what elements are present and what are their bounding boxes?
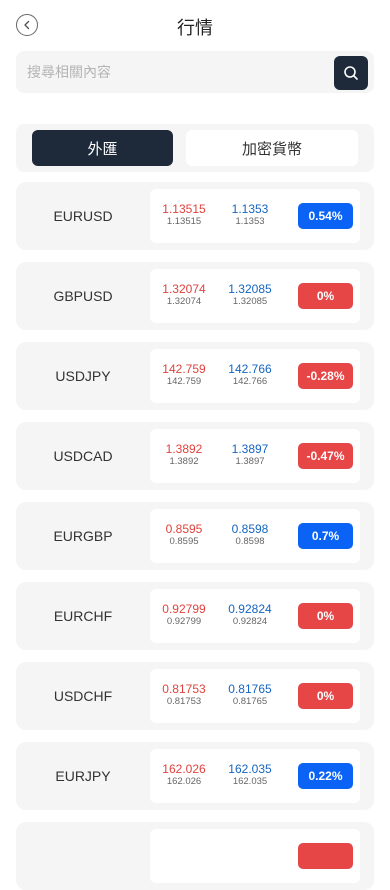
search-bar — [16, 51, 374, 93]
symbol-label: USDJPY — [55, 368, 111, 384]
bid-price-main: 0.81753 — [162, 682, 206, 696]
quote-card: 1.32074 1.32074 1.32085 1.32085 0% — [150, 269, 360, 323]
change-badge[interactable]: 0% — [298, 603, 353, 629]
search-input[interactable] — [27, 51, 327, 93]
header: 行情 — [0, 0, 390, 50]
ask-price-sub: 1.1353 — [235, 216, 265, 227]
change-badge[interactable]: 0.54% — [298, 203, 353, 229]
bid-price-main: 1.13515 — [162, 202, 206, 216]
bid-price: 142.759 142.759 — [148, 362, 220, 387]
bid-price-sub: 0.81753 — [166, 696, 202, 707]
bid-price-sub: 1.13515 — [166, 216, 202, 227]
ask-price: 1.32085 1.32085 — [214, 282, 286, 307]
ask-price-sub: 1.32085 — [232, 296, 268, 307]
bid-price-sub: 0.8595 — [169, 536, 199, 547]
quote-row[interactable] — [16, 822, 374, 890]
quote-card: 1.3892 1.3892 1.3897 1.3897 -0.47% — [150, 429, 360, 483]
quote-card: 1.13515 1.13515 1.1353 1.1353 0.54% — [150, 189, 360, 243]
ask-price-sub: 0.92824 — [232, 616, 268, 627]
ask-price: 1.3897 1.3897 — [214, 442, 286, 467]
bid-price: 0.92799 0.92799 — [148, 602, 220, 627]
quote-row[interactable]: USDCAD 1.3892 1.3892 1.3897 1.3897 -0.47% — [16, 422, 374, 490]
ask-price-main: 162.035 — [228, 762, 272, 776]
ask-price-main: 0.81765 — [228, 682, 272, 696]
search-icon — [344, 66, 358, 80]
bid-price-main: 1.3892 — [165, 442, 203, 456]
bid-price-main: 0.92799 — [162, 602, 206, 616]
ask-price: 1.1353 1.1353 — [214, 202, 286, 227]
ask-price-sub: 0.8598 — [235, 536, 265, 547]
ask-price-main: 0.8598 — [231, 522, 269, 536]
quote-card: 162.026 162.026 162.035 162.035 0.22% — [150, 749, 360, 803]
quote-row[interactable]: EURJPY 162.026 162.026 162.035 162.035 0.22% — [16, 742, 374, 810]
page-title: 行情 — [177, 18, 213, 38]
quote-row[interactable]: EURCHF 0.92799 0.92799 0.92824 0.92824 0% — [16, 582, 374, 650]
tab-crypto[interactable]: 加密貨幣 — [186, 130, 358, 166]
ask-price-sub: 0.81765 — [232, 696, 268, 707]
ask-price-sub: 162.035 — [232, 776, 268, 787]
bid-price: 1.13515 1.13515 — [148, 202, 220, 227]
change-badge[interactable]: 0.22% — [298, 763, 353, 789]
change-badge[interactable] — [298, 843, 353, 869]
quote-card: 0.8595 0.8595 0.8598 0.8598 0.7% — [150, 509, 360, 563]
ask-price: 162.035 162.035 — [214, 762, 286, 787]
bid-price-sub: 1.3892 — [169, 456, 199, 467]
symbol-label: USDCHF — [53, 688, 113, 704]
quote-row[interactable]: GBPUSD 1.32074 1.32074 1.32085 1.32085 0% — [16, 262, 374, 330]
change-badge[interactable]: 0.7% — [298, 523, 353, 549]
bid-price: 1.32074 1.32074 — [148, 282, 220, 307]
quote-row[interactable]: USDJPY 142.759 142.759 142.766 142.766 -0.28% — [16, 342, 374, 410]
search-button[interactable] — [334, 56, 368, 90]
quote-card: 0.81753 0.81753 0.81765 0.81765 0% — [150, 669, 360, 723]
ask-price-main: 1.3897 — [231, 442, 269, 456]
symbol-label: EURUSD — [53, 208, 113, 224]
bid-price-main: 162.026 — [162, 762, 206, 776]
symbol-label: EURGBP — [53, 528, 113, 544]
bid-price-sub: 162.026 — [166, 776, 202, 787]
ask-price: 0.92824 0.92824 — [214, 602, 286, 627]
ask-price-main: 0.92824 — [228, 602, 272, 616]
ask-price: 142.766 142.766 — [214, 362, 286, 387]
symbol-label: EURCHF — [53, 608, 113, 624]
change-badge[interactable]: 0% — [298, 283, 353, 309]
quote-card: 142.759 142.759 142.766 142.766 -0.28% — [150, 349, 360, 403]
bid-price: 162.026 162.026 — [148, 762, 220, 787]
ask-price-main: 142.766 — [228, 362, 272, 376]
quote-card: 0.92799 0.92799 0.92824 0.92824 0% — [150, 589, 360, 643]
market-tabs: 外匯 加密貨幣 — [16, 124, 374, 172]
ask-price: 0.81765 0.81765 — [214, 682, 286, 707]
ask-price-sub: 142.766 — [232, 376, 268, 387]
symbol-label: USDCAD — [53, 448, 113, 464]
bid-price-sub: 1.32074 — [166, 296, 202, 307]
quote-row[interactable]: EURGBP 0.8595 0.8595 0.8598 0.8598 0.7% — [16, 502, 374, 570]
ask-price-sub: 1.3897 — [235, 456, 265, 467]
change-badge[interactable]: -0.47% — [298, 443, 353, 469]
quote-row[interactable]: USDCHF 0.81753 0.81753 0.81765 0.81765 0% — [16, 662, 374, 730]
bid-price-sub: 0.92799 — [166, 616, 202, 627]
bid-price: 0.8595 0.8595 — [148, 522, 220, 547]
ask-price-main: 1.1353 — [231, 202, 269, 216]
symbol-label: GBPUSD — [53, 288, 113, 304]
symbol-label — [16, 822, 150, 890]
bid-price-main: 142.759 — [162, 362, 206, 376]
bid-price-main: 0.8595 — [165, 522, 203, 536]
ask-price: 0.8598 0.8598 — [214, 522, 286, 547]
symbol-label: EURJPY — [55, 768, 111, 784]
quote-card — [150, 829, 360, 883]
bid-price-sub: 142.759 — [166, 376, 202, 387]
ask-price-main: 1.32085 — [228, 282, 272, 296]
bid-price-main: 1.32074 — [162, 282, 206, 296]
quote-row[interactable]: EURUSD 1.13515 1.13515 1.1353 1.1353 0.54% — [16, 182, 374, 250]
change-badge[interactable]: 0% — [298, 683, 353, 709]
change-badge[interactable]: -0.28% — [298, 363, 353, 389]
bid-price: 1.3892 1.3892 — [148, 442, 220, 467]
tab-forex[interactable]: 外匯 — [32, 130, 173, 166]
bid-price: 0.81753 0.81753 — [148, 682, 220, 707]
